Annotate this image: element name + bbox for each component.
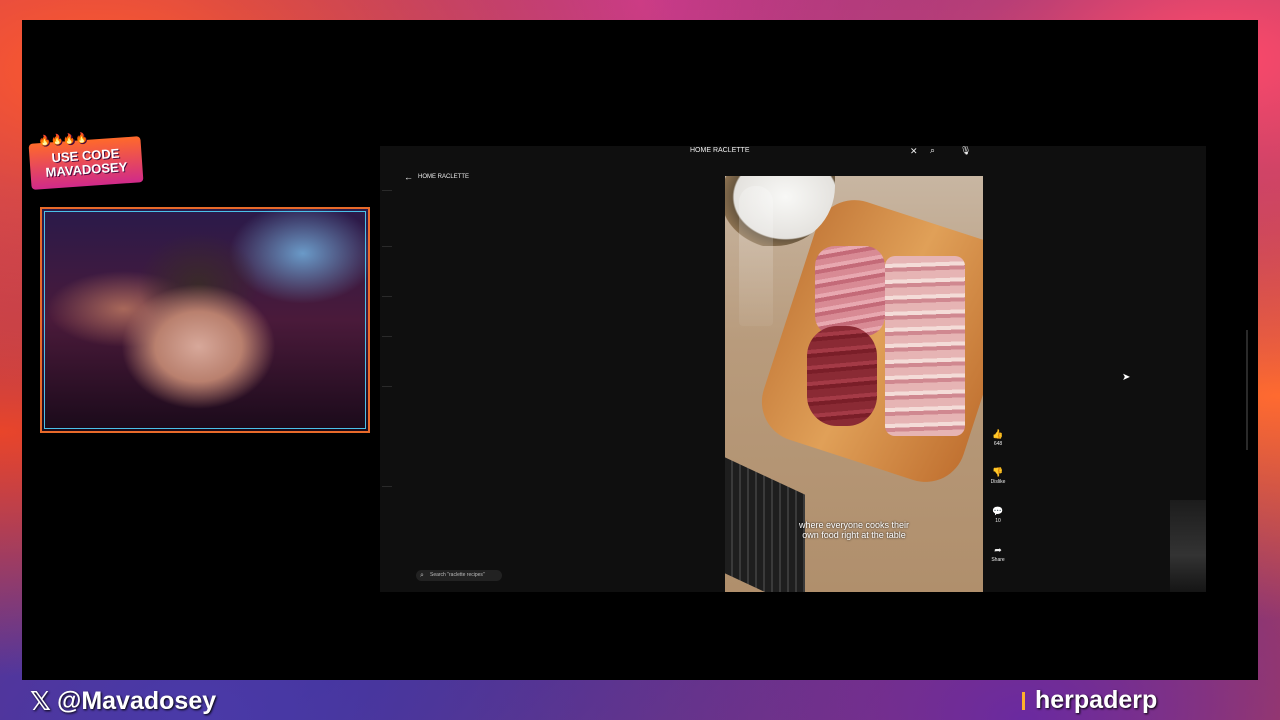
- share-button[interactable]: ➦ Share: [986, 544, 1010, 564]
- mic-icon[interactable]: 🎙: [960, 146, 971, 155]
- close-icon[interactable]: ✕: [910, 146, 918, 156]
- comment-button[interactable]: 💬 10: [986, 505, 1010, 525]
- mini-thumbnail[interactable]: [1170, 500, 1206, 592]
- share-icon[interactable]: ➦: [986, 544, 1010, 556]
- caption-line-1: where everyone cooks their: [798, 520, 910, 530]
- browser-window: HOME RACLETTE ✕ ⌕ 🎙 ← HOME RACLETTE ⌕ Se…: [380, 146, 1206, 592]
- thumbs-down-icon[interactable]: 👎: [986, 466, 1010, 478]
- webcam-inner-border: [44, 211, 366, 429]
- x-handle: 𝕏 @Mavadosey: [30, 686, 216, 717]
- x-handle-text: @Mavadosey: [56, 687, 217, 715]
- bottom-search-input[interactable]: ⌕ Search "raclette recipes": [416, 570, 502, 581]
- like-count: 648: [993, 441, 1003, 447]
- webcam-feed: [40, 207, 370, 433]
- back-button[interactable]: ← HOME RACLETTE: [404, 172, 469, 182]
- comment-count: 10: [995, 518, 1001, 524]
- dislike-button[interactable]: 👎 Dislike: [986, 466, 1010, 486]
- short-video-player[interactable]: where everyone cooks their own food righ…: [725, 176, 983, 592]
- share-label: Share: [991, 557, 1005, 563]
- comment-icon[interactable]: 💬: [986, 505, 1010, 517]
- scrollbar[interactable]: [1246, 330, 1248, 450]
- ham-slices: [815, 246, 885, 336]
- search-icon: ⌕: [420, 572, 424, 579]
- salami-slices: [807, 326, 877, 426]
- sidebar: [380, 186, 394, 506]
- x-logo-icon: 𝕏: [30, 686, 51, 716]
- search-icon[interactable]: ⌕: [930, 146, 935, 155]
- caption-line-2: own food right at the table: [802, 530, 906, 540]
- mouse-cursor-icon: ➤: [1122, 372, 1131, 383]
- like-button[interactable]: 👍 648: [986, 428, 1010, 448]
- thumbs-up-icon[interactable]: 👍: [986, 428, 1010, 440]
- search-query[interactable]: HOME RACLETTE: [690, 146, 750, 156]
- promo-badge: 🔥🔥🔥🔥 USE CODE MAVADOSEY: [28, 133, 144, 190]
- flame-icon: 🔥🔥🔥🔥: [38, 132, 89, 148]
- back-arrow-icon[interactable]: ←: [404, 172, 413, 182]
- wine-glass: [739, 186, 773, 326]
- dislike-label: Dislike: [990, 479, 1006, 485]
- bacon-slices: [885, 256, 965, 436]
- search-bar[interactable]: HOME RACLETTE ✕ ⌕ 🎙: [686, 146, 972, 156]
- video-caption: where everyone cooks their own food righ…: [765, 520, 943, 540]
- twitch-handle: herpaderp: [1022, 686, 1157, 715]
- bottom-search-placeholder: Search "raclette recipes": [430, 572, 485, 578]
- twitch-handle-text: herpaderp: [1035, 686, 1158, 714]
- twitch-logo-icon: [1022, 691, 1025, 710]
- back-label: HOME RACLETTE: [418, 174, 470, 180]
